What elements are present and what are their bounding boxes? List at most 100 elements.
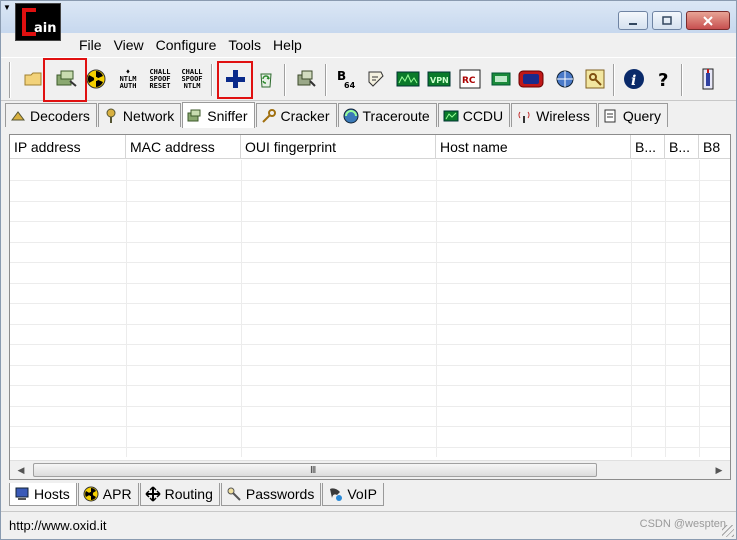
tab-ccdu-label: CCDU	[462, 107, 504, 124]
base64-icon: B 64	[337, 69, 356, 90]
title-bar: ▼ ain	[1, 1, 736, 41]
tab-hosts-label: Hosts	[34, 486, 70, 502]
start-apr-button[interactable]	[83, 66, 109, 92]
menu-view[interactable]: View	[108, 35, 150, 55]
grid-line-horizontal	[10, 221, 730, 222]
tab-voip[interactable]: VoIP	[322, 483, 384, 506]
remove-button[interactable]	[253, 66, 279, 92]
chall-spoof-reset-label: CHALL SPOOF RESET	[149, 67, 171, 90]
grid-line-horizontal	[10, 303, 730, 304]
tab-network-label: Network	[122, 107, 175, 124]
list-body[interactable]	[10, 160, 730, 457]
menu-help[interactable]: Help	[267, 35, 308, 55]
column-header-b8[interactable]: B8	[699, 135, 730, 159]
column-header-b2[interactable]: B...	[665, 135, 699, 159]
vpn-button[interactable]: VPN	[426, 66, 452, 92]
system-menu-arrow-icon[interactable]: ▼	[3, 3, 13, 13]
scroll-right-arrow-icon[interactable]: ▶	[710, 461, 728, 479]
tab-wireless[interactable]: Wireless	[511, 103, 597, 127]
tab-traceroute[interactable]: Traceroute	[337, 103, 437, 127]
tab-decoders-label: Decoders	[30, 107, 90, 124]
start-sniffer-button[interactable]	[53, 66, 79, 92]
tab-query[interactable]: Query	[597, 103, 668, 127]
rc-icon: RC	[459, 69, 481, 89]
plus-icon	[226, 70, 245, 88]
minimize-button[interactable]	[618, 11, 648, 30]
tab-wireless-label: Wireless	[536, 107, 590, 124]
remote-console-button[interactable]: RC	[457, 66, 483, 92]
tab-traceroute-label: Traceroute	[362, 107, 430, 124]
sniffer-icon	[187, 109, 201, 121]
hosts-list[interactable]: IP address MAC address OUI fingerprint H…	[9, 134, 731, 480]
route-table-button[interactable]	[488, 66, 514, 92]
grid-line-horizontal	[10, 365, 730, 366]
exit-button[interactable]	[695, 66, 721, 92]
tab-routing-label: Routing	[164, 486, 213, 502]
grid-line-horizontal	[10, 406, 730, 407]
grid-line-vertical	[241, 160, 242, 457]
sniffer-options-button[interactable]	[293, 66, 319, 92]
resize-grip[interactable]	[722, 525, 734, 537]
tab-sniffer[interactable]: Sniffer	[182, 102, 255, 128]
close-button[interactable]	[686, 11, 730, 30]
ntlm-auth-button[interactable]: ♦ NTLM AUTH	[113, 66, 143, 92]
column-header-mac-address[interactable]: MAC address	[126, 135, 241, 159]
cain-logo[interactable]: ain	[15, 3, 61, 41]
menu-bar: File View Configure Tools Help	[73, 35, 308, 55]
status-url: http://www.oxid.it	[9, 518, 107, 533]
add-to-list-button[interactable]	[222, 66, 248, 92]
grid-line-vertical	[126, 160, 127, 457]
ntlm-auth-label: ♦ NTLM AUTH	[119, 67, 137, 90]
lsa-secrets-button[interactable]	[395, 66, 421, 92]
voip-icon	[330, 488, 343, 501]
tab-hosts[interactable]: Hosts	[9, 483, 77, 506]
vpn-icon: VPN	[427, 71, 451, 87]
about-button[interactable]: i	[621, 66, 647, 92]
grid-line-horizontal	[10, 324, 730, 325]
ccdu-icon	[443, 110, 459, 121]
passwords-icon	[227, 487, 241, 501]
password-decoder-button[interactable]	[582, 66, 608, 92]
wireless-icon	[518, 111, 530, 123]
chall-spoof-ntlm-button[interactable]: CHALL SPOOF NTLM	[177, 66, 207, 92]
tab-cracker[interactable]: Cracker	[255, 103, 337, 127]
column-header-oui-fingerprint[interactable]: OUI fingerprint	[241, 135, 436, 159]
tab-ccdu[interactable]: CCDU	[437, 103, 511, 127]
sniffer-icon	[56, 70, 77, 87]
scrollbar-thumb[interactable]: III	[33, 463, 597, 477]
toolbar-separator	[284, 64, 286, 96]
hash-calculator-button[interactable]	[363, 66, 389, 92]
column-header-b1[interactable]: B...	[631, 135, 665, 159]
decoders-icon	[11, 110, 25, 120]
scroll-left-arrow-icon[interactable]: ◀	[12, 461, 30, 479]
horizontal-scrollbar[interactable]: ◀ III ▶	[10, 460, 730, 479]
wireless-scanner-button[interactable]	[552, 66, 578, 92]
column-header-host-name[interactable]: Host name	[436, 135, 631, 159]
tab-routing[interactable]: Routing	[139, 483, 220, 506]
menu-file[interactable]: File	[73, 35, 108, 55]
chall-spoof-reset-button[interactable]: CHALL SPOOF RESET	[145, 66, 175, 92]
help-button[interactable]: ?	[651, 66, 677, 92]
maximize-button[interactable]	[652, 11, 682, 30]
tab-cracker-label: Cracker	[280, 107, 330, 124]
scrollbar-grip: III	[310, 465, 316, 476]
toolbar-grip[interactable]	[9, 62, 11, 98]
tcp-table-button[interactable]	[518, 66, 544, 92]
column-header-ip-address[interactable]: IP address	[10, 135, 126, 159]
tab-apr[interactable]: APR	[77, 483, 139, 506]
app-window: ▼ ain File View Configure Tools Help ♦ N…	[0, 0, 737, 540]
svg-text:VPN: VPN	[430, 76, 449, 85]
scroll-hash-icon	[368, 71, 384, 87]
network-icon	[106, 108, 116, 123]
apr-icon	[83, 486, 99, 502]
base64-button[interactable]: B 64	[333, 66, 359, 92]
toolbar: ♦ NTLM AUTH CHALL SPOOF RESET CHALL SPOO…	[1, 57, 736, 102]
tab-passwords[interactable]: Passwords	[220, 483, 322, 506]
menu-tools[interactable]: Tools	[222, 35, 267, 55]
tab-network[interactable]: Network	[97, 103, 182, 127]
chall-spoof-ntlm-label: CHALL SPOOF NTLM	[181, 67, 203, 90]
red-monitor-icon	[518, 70, 544, 88]
tab-decoders[interactable]: Decoders	[5, 103, 97, 127]
menu-configure[interactable]: Configure	[150, 35, 223, 55]
green-chip-icon	[491, 72, 511, 86]
